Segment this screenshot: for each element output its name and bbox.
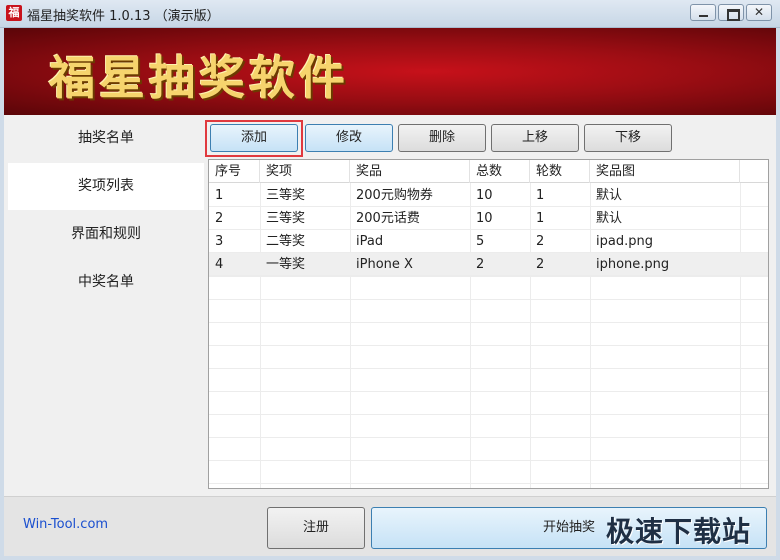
cell-prize-level: 三等奖 — [266, 211, 306, 226]
column-header-total[interactable]: 总数 — [470, 160, 530, 183]
column-header-rounds[interactable]: 轮数 — [530, 160, 590, 183]
watermark-text: 极速下载站 — [606, 515, 752, 548]
cell-index: 3 — [215, 234, 224, 249]
cell-index: 2 — [215, 211, 224, 226]
table-header: 序号 奖项 奖品 总数 轮数 奖品图 — [209, 160, 768, 183]
maximize-icon[interactable] — [718, 4, 744, 21]
move-up-button[interactable]: 上移 — [491, 124, 579, 152]
cell-rounds: 2 — [536, 257, 545, 272]
banner-title: 福星抽奖软件 — [49, 51, 349, 105]
table-row[interactable]: 1 三等奖 200元购物券 10 1 默认 — [209, 184, 768, 207]
cell-prize: 200元话费 — [356, 211, 420, 226]
column-header-prize-level[interactable]: 奖项 — [260, 160, 350, 183]
grid-line — [209, 322, 768, 323]
grid-line — [209, 460, 768, 461]
website-link[interactable]: Win-Tool.com — [23, 517, 108, 532]
sidebar-item-prize-list[interactable]: 奖项列表 — [8, 163, 204, 210]
cell-prize: 200元购物券 — [356, 188, 433, 203]
banner: 福星抽奖软件 — [4, 28, 776, 115]
cell-prize: iPhone X — [356, 257, 413, 272]
grid-line — [209, 437, 768, 438]
cell-rounds: 1 — [536, 211, 545, 226]
cell-image: 默认 — [596, 211, 623, 226]
cell-prize-level: 二等奖 — [266, 234, 306, 249]
cell-prize-level: 三等奖 — [266, 188, 306, 203]
grid-line — [209, 276, 768, 277]
sidebar: 抽奖名单 奖项列表 界面和规则 中奖名单 — [4, 115, 204, 496]
cell-index: 1 — [215, 188, 224, 203]
grid-line — [209, 299, 768, 300]
title-bar: 福 福星抽奖软件 1.0.13 （演示版） ✕ — [0, 0, 780, 28]
register-button[interactable]: 注册 — [267, 507, 365, 549]
cell-rounds: 1 — [536, 188, 545, 203]
cell-prize: iPad — [356, 234, 384, 249]
app-icon: 福 — [6, 5, 22, 21]
cell-image: 默认 — [596, 188, 623, 203]
column-header-image[interactable]: 奖品图 — [590, 160, 740, 183]
cell-prize-level: 一等奖 — [266, 257, 306, 272]
sidebar-item-draw-list[interactable]: 抽奖名单 — [8, 115, 204, 162]
cell-total: 10 — [476, 188, 493, 203]
grid-line — [209, 391, 768, 392]
grid-line — [209, 345, 768, 346]
column-header-index[interactable]: 序号 — [209, 160, 260, 183]
prize-table[interactable]: 序号 奖项 奖品 总数 轮数 奖品图 1 三等奖 200元购物券 10 1 默认… — [208, 159, 769, 489]
footer: Win-Tool.com 注册 开始抽奖 极速下载站 — [4, 496, 776, 556]
minimize-icon[interactable] — [690, 4, 716, 21]
grid-line — [209, 414, 768, 415]
cell-total: 10 — [476, 211, 493, 226]
window-title: 福星抽奖软件 1.0.13 （演示版） — [27, 9, 220, 24]
window-controls: ✕ — [690, 4, 772, 21]
column-header-prize[interactable]: 奖品 — [350, 160, 470, 183]
cell-image: iphone.png — [596, 257, 670, 272]
cell-image: ipad.png — [596, 234, 653, 249]
grid-line — [209, 368, 768, 369]
table-row[interactable]: 2 三等奖 200元话费 10 1 默认 — [209, 207, 768, 230]
sidebar-item-interface-rules[interactable]: 界面和规则 — [8, 211, 204, 258]
client-area: 福星抽奖软件 抽奖名单 奖项列表 界面和规则 中奖名单 添加 修改 删除 上移 … — [4, 28, 776, 556]
move-down-button[interactable]: 下移 — [584, 124, 672, 152]
edit-button[interactable]: 修改 — [305, 124, 393, 152]
grid-line — [209, 483, 768, 484]
cell-total: 5 — [476, 234, 485, 249]
cell-rounds: 2 — [536, 234, 545, 249]
sidebar-item-winners[interactable]: 中奖名单 — [8, 259, 204, 306]
delete-button[interactable]: 删除 — [398, 124, 486, 152]
cell-total: 2 — [476, 257, 485, 272]
table-row-selected[interactable]: 4 一等奖 iPhone X 2 2 iphone.png — [209, 253, 768, 276]
close-icon[interactable]: ✕ — [746, 4, 772, 21]
add-button[interactable]: 添加 — [210, 124, 298, 152]
table-row[interactable]: 3 二等奖 iPad 5 2 ipad.png — [209, 230, 768, 253]
cell-index: 4 — [215, 257, 224, 272]
